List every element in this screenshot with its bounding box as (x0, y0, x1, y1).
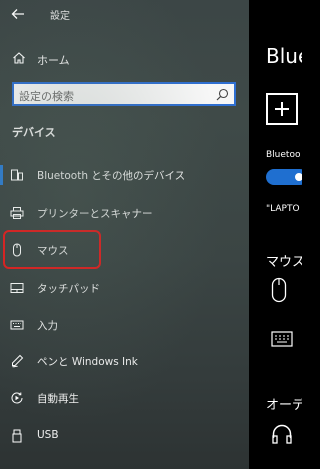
search-input[interactable]: 設定の検索 (12, 82, 236, 106)
printer-icon (10, 207, 24, 219)
autoplay-icon (11, 392, 23, 404)
device-name: "LAPTO (266, 204, 300, 214)
pen-icon (12, 354, 24, 368)
bluetooth-toggle[interactable] (266, 169, 302, 185)
sidebar-item-pen[interactable]: ペンと Windows Ink (0, 348, 249, 374)
sidebar-item-label: Bluetooth とその他のデバイス (37, 170, 186, 182)
page-title: Blue (266, 44, 302, 68)
sidebar-item-printers[interactable]: プリンターとスキャナー (0, 200, 249, 226)
app-title: 設定 (50, 11, 70, 22)
back-arrow-icon[interactable] (10, 6, 26, 22)
audio-section-title: オーデ (266, 398, 302, 413)
bluetooth-label: Bluetoo (266, 150, 301, 160)
home-icon (13, 52, 25, 64)
sidebar-item-input[interactable]: 入力 (0, 312, 249, 338)
sidebar-item-label: プリンターとスキャナー (37, 208, 153, 220)
sidebar-item-bluetooth[interactable]: Bluetooth とその他のデバイス (0, 162, 249, 188)
search-placeholder: 設定の検索 (19, 90, 74, 103)
sidebar-item-touchpad[interactable]: タッチパッド (0, 275, 249, 301)
touchpad-icon (10, 283, 24, 293)
section-title-devices: デバイス (12, 126, 56, 139)
sidebar-item-label: 入力 (37, 320, 58, 332)
main-content: Blue Bluetoo "LAPTO マウス オーデ (249, 0, 302, 469)
home-nav-item[interactable]: ホーム (0, 48, 249, 70)
sidebar-item-autoplay[interactable]: 自動再生 (0, 385, 249, 411)
sidebar-item-label: タッチパッド (37, 283, 100, 295)
headphones-icon (272, 424, 292, 444)
home-label: ホーム (37, 54, 70, 67)
sidebar-item-label: 自動再生 (37, 393, 79, 405)
selected-indicator (0, 165, 3, 185)
keyboard-icon (10, 320, 24, 330)
highlight-annotation (3, 230, 101, 269)
usb-icon (12, 429, 22, 443)
title-bar: 設定 (0, 0, 249, 28)
sidebar-item-usb[interactable]: USB (0, 423, 249, 449)
mouse-section-title: マウス (266, 255, 302, 270)
sidebar-item-label: USB (37, 429, 59, 441)
toggle-knob (295, 173, 302, 181)
sidebar-item-label: ペンと Windows Ink (37, 356, 138, 368)
mouse-device-icon (271, 277, 287, 303)
search-icon[interactable] (216, 88, 229, 101)
sidebar: 設定 ホーム 設定の検索 デバイス Bluetooth とその他のデバイス プリ… (0, 0, 249, 469)
keyboard-device-icon (271, 331, 293, 347)
bluetooth-devices-icon (11, 169, 23, 181)
add-device-button[interactable] (266, 93, 298, 125)
